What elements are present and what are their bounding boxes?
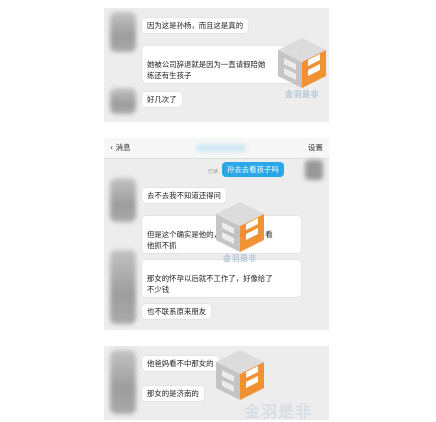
chevron-left-icon: ‹ [110, 143, 114, 152]
watermark-label: 金羽是非 [244, 402, 313, 421]
watermark-label: 金羽是非 [285, 90, 319, 99]
avatar [110, 88, 136, 114]
message-text: 那女的是济南的 [147, 389, 199, 398]
avatar [110, 350, 136, 414]
message-text: 孙去去看孩子吗 [227, 165, 279, 174]
avatar [110, 178, 136, 222]
message-text: 因为这是孙杨，而且这是真的 [147, 21, 244, 30]
back-button[interactable]: ‹ 消息 [110, 138, 131, 158]
chat-title-redacted [196, 144, 246, 152]
message-bubble: 他爸妈看不中那女的 [142, 356, 219, 371]
message-text: 也不联系原来朋友 [147, 307, 207, 316]
message-text: 他爸妈看不中那女的 [147, 359, 214, 368]
message-text: 好几次了 [147, 95, 177, 104]
settings-button[interactable]: 设置 [308, 138, 323, 158]
chat-navbar: ‹ 消息 设置 [104, 138, 329, 159]
message-bubble: 好几次了 [142, 92, 182, 107]
self-avatar [305, 160, 323, 180]
avatar [110, 250, 136, 324]
watermark-label: 金羽是非 [223, 254, 257, 263]
message-bubble: 也不联系原来朋友 [142, 304, 212, 319]
outgoing-message-bubble: 孙去去看孩子吗 [222, 162, 284, 177]
read-status: 已读 [208, 169, 219, 175]
cube-logo-watermark-icon [216, 350, 264, 400]
watermark: 金羽是非 [274, 36, 330, 102]
message-text: 她被公司辞退就是因为一直请假陪她 练还有生孩子 [147, 60, 266, 80]
message-bubble: 因为这是孙杨，而且这是真的 [142, 18, 249, 33]
watermark: 金羽是非 [212, 200, 268, 266]
cube-logo-watermark-icon [216, 202, 264, 252]
message-text: 那女的怀孕以后就不工作了，好像给了 不少钱 [147, 274, 273, 294]
cube-logo-watermark-icon [278, 38, 326, 88]
message-text: 去不去我不知道还得问 [147, 191, 221, 200]
avatar [110, 12, 136, 52]
back-label: 消息 [115, 143, 131, 152]
message-bubble: 那女的是济南的 [142, 386, 204, 401]
